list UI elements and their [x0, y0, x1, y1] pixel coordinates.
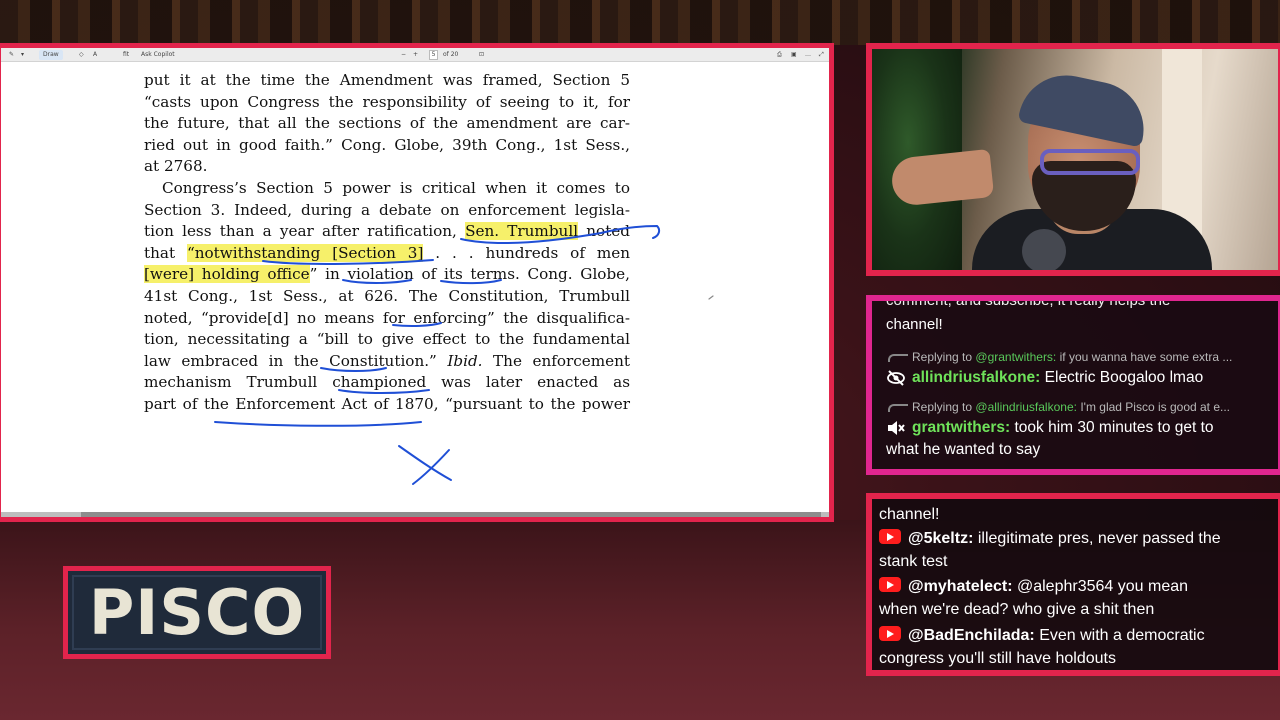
expand-icon[interactable]: ⤢ — [819, 50, 824, 60]
doc-line: that “notwithstanding [Section 3] . . . … — [144, 243, 630, 265]
chat-username[interactable]: @BadEnchilada: — [908, 627, 1035, 644]
reply-indicator: Replying to @grantwithers: if you wanna … — [888, 350, 1232, 364]
reply-arc-icon — [888, 353, 908, 362]
ink-dot — [708, 295, 714, 300]
chat-message-text: channel! — [886, 316, 943, 333]
chat-username[interactable]: @myhatelect: — [908, 578, 1013, 595]
chat-message-text: took him 30 minutes to get to — [1014, 419, 1214, 436]
doc-line: part of the Enforcement Act of 1870, “pu… — [144, 394, 630, 413]
chat-message-text: when we're dead? who give a shit then — [879, 601, 1155, 618]
no-eye-icon — [887, 370, 905, 386]
doc-line: Congress’s Section 5 power is critical w… — [162, 178, 630, 197]
chat-message-text: stank test — [879, 553, 948, 570]
doc-line: at 2768. — [144, 157, 208, 176]
page-number-input[interactable]: 5 — [429, 50, 438, 60]
doc-italic: Ibid. — [447, 351, 483, 370]
chat-message-text: @alephr3564 you mean — [1016, 578, 1189, 595]
doc-text: . . . hundreds of men — [435, 243, 631, 262]
chat-message-text: illegitimate pres, never passed the — [977, 530, 1221, 547]
webcam-microphone — [1022, 229, 1066, 270]
chat-panel-top: comment, and subscribe, it really helps … — [866, 295, 1280, 475]
highlight-notwithstanding: “notwithstanding [Section 3] — [186, 243, 424, 262]
doc-text: tion less than a year after ratification… — [144, 222, 457, 241]
pdf-toolbar: ✎ ▾ Draw ◇ A fit Ask Copilot − + 5 of 20… — [1, 48, 829, 62]
chat-message-text: what he wanted to say — [886, 441, 1041, 458]
webcam-person-glasses — [1040, 149, 1140, 175]
doc-line: mechanism Trumbull championed was later … — [144, 373, 630, 392]
reply-prefix: Replying to — [912, 400, 973, 414]
doc-line: tion less than a year after ratification… — [144, 221, 630, 243]
chat-username[interactable]: grantwithers: — [912, 419, 1010, 436]
youtube-icon — [879, 626, 901, 641]
streamer-name: PISCO — [88, 576, 306, 649]
chat-username[interactable]: allindriusfalkone: — [912, 369, 1040, 386]
doc-line: 41st Cong., 1st Sess., at 626. The Const… — [144, 286, 630, 305]
ink-x-mark — [398, 445, 452, 485]
reply-prefix: Replying to — [912, 350, 973, 364]
scrollbar-thumb[interactable] — [81, 512, 821, 517]
chat-username[interactable]: @5keltz: — [908, 530, 973, 547]
page-total: of 20 — [443, 51, 459, 58]
print-icon[interactable]: ⎙ — [777, 50, 782, 60]
doc-text: that — [144, 243, 176, 262]
chat-message-text: congress you'll still have holdouts — [879, 650, 1116, 667]
zoom-out-icon[interactable]: − — [401, 50, 406, 60]
doc-line: ried out in good faith.” Cong. Globe, 39… — [144, 135, 630, 154]
chat-message-text: comment, and subscribe, it really helps … — [886, 295, 1171, 309]
horizontal-scrollbar[interactable] — [1, 512, 829, 517]
zoom-value[interactable]: fit — [123, 50, 129, 60]
highlight-holding-office: [were] holding office — [144, 265, 310, 284]
document-panel: ✎ ▾ Draw ◇ A fit Ask Copilot − + 5 of 20… — [0, 43, 834, 522]
save-icon[interactable]: ▣ — [791, 50, 797, 60]
reply-username: @allindriusfalkone: — [975, 400, 1077, 414]
chat-message-text: Even with a democratic — [1039, 627, 1205, 644]
reply-arc-icon — [888, 403, 908, 412]
doc-text: The enforcement — [493, 351, 631, 370]
doc-line: noted, “provide[d] no means for enforcin… — [144, 308, 630, 327]
pen-icon[interactable]: ✎ — [9, 50, 14, 60]
highlight-trumbull: Sen. Trumbull — [465, 222, 579, 241]
streamer-nameplate: PISCO — [63, 566, 331, 659]
document-body-text: put it at the time the Amendment was fra… — [144, 70, 630, 416]
chat-message: @myhatelect: @alephr3564 you mean when we… — [879, 575, 1278, 621]
reply-text: if you wanna have some extra ... — [1059, 350, 1233, 364]
fit-page-icon[interactable]: ⊡ — [479, 50, 484, 60]
ask-copilot-button[interactable]: Ask Copilot — [141, 50, 175, 60]
doc-line: Section 3. Indeed, during a debate on en… — [144, 200, 630, 219]
chat-panel-bottom: channel! @5keltz: illegitimate pres, nev… — [866, 493, 1280, 676]
highlighter-icon[interactable]: ▾ — [21, 50, 24, 60]
reply-text: I'm glad Pisco is good at e... — [1080, 400, 1231, 414]
doc-text: law embraced in the Constitution.” — [144, 351, 437, 370]
doc-text: noted — [586, 222, 631, 241]
doc-line: the future, that all the sections of the… — [144, 114, 630, 133]
doc-line: [were] holding office” in violation of i… — [144, 264, 630, 286]
panel-accent-bar — [866, 493, 1280, 499]
chat-message: allindriusfalkone: Electric Boogaloo lma… — [886, 367, 1276, 389]
background-top — [0, 0, 1280, 45]
more-icon[interactable]: … — [805, 50, 811, 60]
mute-icon — [888, 420, 905, 435]
chat-message-text: channel! — [879, 506, 940, 523]
doc-line: “casts upon Congress the responsibility … — [144, 92, 630, 111]
ink-underline-enforcement-act — [214, 421, 422, 427]
doc-text: ” in violation of its terms. Cong. Globe… — [309, 265, 630, 284]
chat-message: grantwithers: took him 30 minutes to get… — [886, 417, 1276, 461]
chat-message: @5keltz: illegitimate pres, never passed… — [879, 527, 1278, 573]
reply-username: @grantwithers: — [975, 350, 1057, 364]
eraser-icon[interactable]: ◇ — [79, 50, 84, 60]
chat-message-text: Electric Boogaloo lmao — [1044, 369, 1204, 386]
draw-button[interactable]: Draw — [39, 50, 63, 60]
doc-line: tion, necessitating a “bill to give effe… — [144, 330, 630, 349]
reply-indicator: Replying to @allindriusfalkone: I'm glad… — [888, 400, 1230, 414]
zoom-in-icon[interactable]: + — [413, 50, 418, 60]
youtube-icon — [879, 529, 901, 544]
chat-message: @BadEnchilada: Even with a democratic con… — [879, 624, 1278, 670]
text-icon[interactable]: A — [93, 50, 97, 60]
doc-line: law embraced in the Constitution.” Ibid.… — [144, 351, 630, 373]
webcam-feed — [866, 43, 1280, 276]
doc-line: put it at the time the Amendment was fra… — [144, 71, 630, 89]
nameplate-inner: PISCO — [72, 575, 322, 650]
youtube-icon — [879, 577, 901, 592]
